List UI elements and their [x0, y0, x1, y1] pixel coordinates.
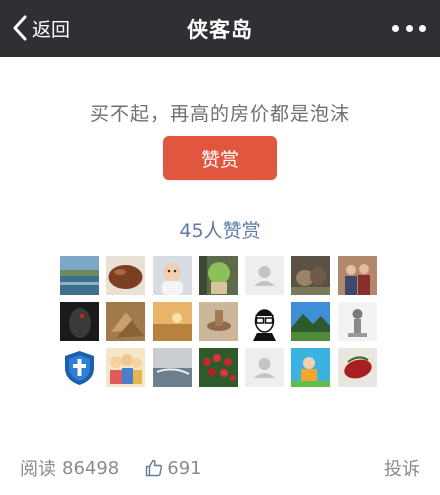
more-dots-icon — [405, 24, 413, 32]
like-number: 691 — [167, 457, 202, 479]
top-nav-bar: 返回 侠客岛 — [0, 0, 440, 57]
avatar-computer-mouse[interactable] — [60, 302, 99, 341]
read-label: 阅读 — [20, 459, 56, 480]
avatar-red-flowers[interactable] — [198, 348, 238, 387]
avatar-blue-shield-cross[interactable] — [60, 348, 99, 387]
thumbs-up-icon — [146, 459, 163, 477]
like-button[interactable]: 691 — [145, 457, 202, 479]
avatar-baby-photo[interactable] — [152, 256, 192, 295]
avatar-default-placeholder[interactable] — [245, 348, 285, 387]
avatar-cartoon-glasses-man[interactable] — [245, 302, 285, 341]
avatar-mountain-field[interactable] — [291, 302, 331, 341]
more-menu-button[interactable] — [392, 19, 426, 37]
more-dots-icon — [419, 24, 426, 32]
avatar-child-playing[interactable] — [291, 348, 331, 387]
reward-avatar-grid — [60, 256, 381, 387]
reward-slogan: 买不起，再高的房价都是泡沫 — [89, 103, 350, 125]
avatar-desert-sunset[interactable] — [152, 302, 192, 341]
avatar-red-bean[interactable] — [337, 348, 377, 387]
avatar-default-placeholder[interactable] — [245, 256, 285, 295]
reward-count-link[interactable]: 45人赞赏 — [0, 216, 440, 243]
reward-button[interactable]: 赞赏 — [163, 136, 277, 180]
avatar-stone-sculpture[interactable] — [337, 302, 377, 341]
avatar-dogs-outdoors[interactable] — [291, 256, 331, 295]
article-stats: 阅读 86498 691 — [20, 455, 202, 481]
avatar-brown-stone[interactable] — [106, 256, 146, 295]
avatar-lake-landscape[interactable] — [60, 256, 99, 295]
avatar-sandy-ground[interactable] — [198, 302, 238, 341]
read-count: 阅读 86498 — [20, 455, 119, 481]
avatar-dry-leaves[interactable] — [106, 302, 146, 341]
page-title: 侠客岛 — [187, 18, 253, 42]
avatar-two-people[interactable] — [337, 256, 377, 295]
avatar-cactus[interactable] — [198, 256, 238, 295]
avatar-seascape[interactable] — [152, 348, 192, 387]
more-dots-icon — [392, 24, 399, 32]
read-number: 86498 — [62, 457, 120, 479]
avatar-cartoon-group[interactable] — [106, 348, 146, 387]
report-link[interactable]: 投诉 — [384, 455, 420, 481]
